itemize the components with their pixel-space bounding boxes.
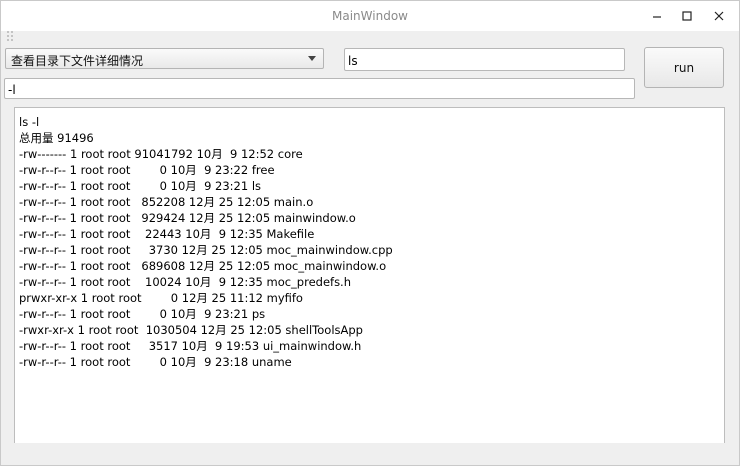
output-line: -rw-r--r-- 1 root root 0 10月 9 23:21 ls	[19, 179, 262, 193]
output-line: -rw-r--r-- 1 root root 852208 12月 25 12:…	[19, 195, 314, 209]
command-preset-value: 查看目录下文件详细情况	[11, 54, 144, 68]
output-line: prwxr-xr-x 1 root root 0 12月 25 11:12 my…	[19, 291, 303, 305]
output-line: -rwxr-xr-x 1 root root 1030504 12月 25 12…	[19, 323, 363, 337]
output-line: -rw------- 1 root root 91041792 10月 9 12…	[19, 147, 303, 161]
output-line: -rw-r--r-- 1 root root 929424 12月 25 12:…	[19, 211, 356, 225]
toolbar-grip-icon[interactable]	[7, 31, 15, 41]
status-bar	[1, 443, 739, 465]
output-line: -rw-r--r-- 1 root root 0 10月 9 23:21 ps	[19, 307, 266, 321]
output-line: ls -l	[19, 115, 40, 129]
close-icon	[714, 11, 724, 21]
output-line: -rw-r--r-- 1 root root 3730 12月 25 12:05…	[19, 243, 393, 257]
output-text-area[interactable]: ls -l 总用量 91496 -rw------- 1 root root 910…	[14, 107, 725, 443]
run-button[interactable]: run	[644, 47, 724, 88]
output-line: -rw-r--r-- 1 root root 689608 12月 25 12:…	[19, 259, 387, 273]
run-button-label: run	[673, 60, 695, 75]
maximize-icon	[682, 11, 692, 21]
title-bar[interactable]: MainWindow	[1, 1, 739, 31]
window-title: MainWindow	[332, 9, 408, 23]
command-input[interactable]	[344, 48, 625, 71]
output-line: -rw-r--r-- 1 root root 10024 10月 9 12:35…	[19, 275, 352, 289]
main-window: MainWindow 查看目录下文件详细情况 run ls -l 总用量 9149…	[0, 0, 740, 466]
output-line: -rw-r--r-- 1 root root 0 10月 9 23:18 una…	[19, 355, 292, 369]
chevron-down-icon	[308, 56, 316, 61]
output-line: 总用量 91496	[19, 131, 94, 145]
minimize-icon	[653, 16, 661, 18]
output-line: -rw-r--r-- 1 root root 0 10月 9 23:22 fre…	[19, 163, 275, 177]
close-button[interactable]	[704, 5, 734, 27]
arguments-input[interactable]	[4, 78, 635, 99]
maximize-button[interactable]	[672, 5, 702, 27]
minimize-button[interactable]	[642, 5, 672, 27]
output-line: -rw-r--r-- 1 root root 3517 10月 9 19:53 …	[19, 339, 362, 353]
command-preset-select[interactable]: 查看目录下文件详细情况	[5, 48, 324, 69]
output-line: -rw-r--r-- 1 root root 22443 10月 9 12:35…	[19, 227, 315, 241]
